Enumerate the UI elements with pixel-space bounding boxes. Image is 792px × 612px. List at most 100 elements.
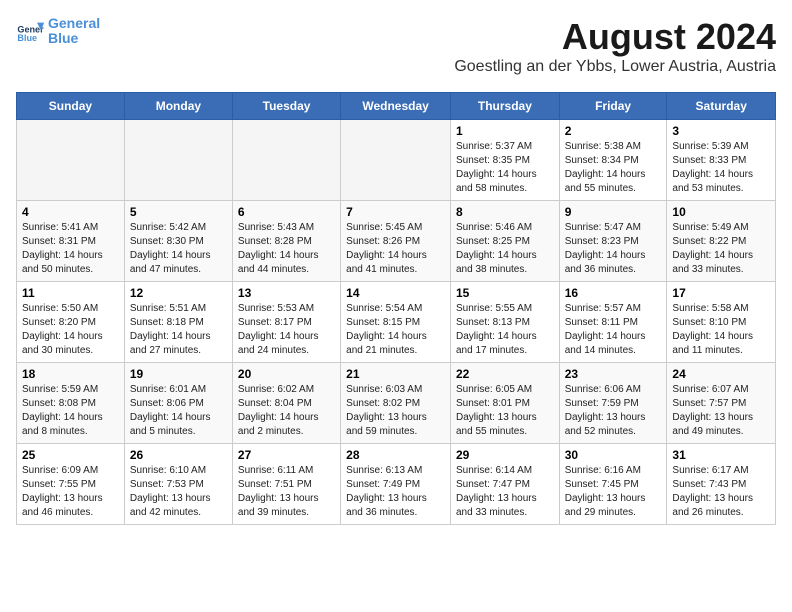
calendar-cell: 28 Sunrise: 6:13 AM Sunset: 7:49 PM Dayli… [341, 444, 451, 525]
calendar-cell: 31 Sunrise: 6:17 AM Sunset: 7:43 PM Dayli… [667, 444, 776, 525]
calendar-cell: 20 Sunrise: 6:02 AM Sunset: 8:04 PM Dayli… [232, 363, 340, 444]
day-info: Sunrise: 5:51 AM Sunset: 8:18 PM Dayligh… [130, 302, 227, 358]
day-number: 19 [130, 367, 227, 381]
day-number: 5 [130, 205, 227, 219]
logo-line1: General [48, 15, 100, 31]
day-number: 17 [672, 286, 770, 300]
calendar-cell: 1 Sunrise: 5:37 AM Sunset: 8:35 PM Daylig… [450, 120, 559, 201]
calendar-cell: 2 Sunrise: 5:38 AM Sunset: 8:34 PM Daylig… [559, 120, 667, 201]
day-number: 2 [565, 124, 662, 138]
day-info: Sunrise: 5:54 AM Sunset: 8:15 PM Dayligh… [346, 302, 445, 358]
logo: General Blue General Blue [16, 16, 100, 47]
title-section: August 2024 Goestling an der Ybbs, Lower… [454, 16, 776, 84]
weekday-header-monday: Monday [124, 93, 232, 120]
calendar-cell: 27 Sunrise: 6:11 AM Sunset: 7:51 PM Dayli… [232, 444, 340, 525]
day-number: 12 [130, 286, 227, 300]
calendar-cell: 12 Sunrise: 5:51 AM Sunset: 8:18 PM Dayli… [124, 282, 232, 363]
calendar-cell: 22 Sunrise: 6:05 AM Sunset: 8:01 PM Dayli… [450, 363, 559, 444]
calendar-cell: 30Sunrise: 6:16 AM Sunset: 7:45 PM Dayli… [559, 444, 667, 525]
day-info: Sunrise: 6:14 AM Sunset: 7:47 PM Dayligh… [456, 464, 554, 520]
weekday-header-saturday: Saturday [667, 93, 776, 120]
calendar: SundayMondayTuesdayWednesdayThursdayFrid… [16, 92, 776, 525]
day-info: Sunrise: 5:59 AM Sunset: 8:08 PM Dayligh… [22, 383, 119, 439]
calendar-cell: 14 Sunrise: 5:54 AM Sunset: 8:15 PM Dayli… [341, 282, 451, 363]
month-title: August 2024 [454, 16, 776, 58]
day-info: Sunrise: 6:11 AM Sunset: 7:51 PM Dayligh… [238, 464, 335, 520]
weekday-header-wednesday: Wednesday [341, 93, 451, 120]
calendar-cell [232, 120, 340, 201]
calendar-cell: 26 Sunrise: 6:10 AM Sunset: 7:53 PM Dayli… [124, 444, 232, 525]
calendar-cell: 11Sunrise: 5:50 AM Sunset: 8:20 PM Dayli… [17, 282, 125, 363]
calendar-cell: 6 Sunrise: 5:43 AM Sunset: 8:28 PM Daylig… [232, 201, 340, 282]
day-number: 25 [22, 448, 119, 462]
day-number: 15 [456, 286, 554, 300]
weekday-header-thursday: Thursday [450, 93, 559, 120]
calendar-cell: 15Sunrise: 5:55 AM Sunset: 8:13 PM Dayli… [450, 282, 559, 363]
calendar-cell: 18 Sunrise: 5:59 AM Sunset: 8:08 PM Dayli… [17, 363, 125, 444]
subtitle: Goestling an der Ybbs, Lower Austria, Au… [454, 58, 776, 76]
day-info: Sunrise: 5:37 AM Sunset: 8:35 PM Dayligh… [456, 140, 554, 196]
logo-line2: Blue [48, 30, 78, 46]
calendar-cell: 21 Sunrise: 6:03 AM Sunset: 8:02 PM Dayli… [341, 363, 451, 444]
day-info: Sunrise: 5:46 AM Sunset: 8:25 PM Dayligh… [456, 221, 554, 277]
day-info: Sunrise: 5:47 AM Sunset: 8:23 PM Dayligh… [565, 221, 662, 277]
calendar-cell: 13 Sunrise: 5:53 AM Sunset: 8:17 PM Dayli… [232, 282, 340, 363]
calendar-cell: 16Sunrise: 5:57 AM Sunset: 8:11 PM Dayli… [559, 282, 667, 363]
day-number: 29 [456, 448, 554, 462]
day-number: 7 [346, 205, 445, 219]
day-number: 23 [565, 367, 662, 381]
calendar-cell: 3Sunrise: 5:39 AM Sunset: 8:33 PM Daylig… [667, 120, 776, 201]
calendar-cell: 7 Sunrise: 5:45 AM Sunset: 8:26 PM Daylig… [341, 201, 451, 282]
day-info: Sunrise: 5:45 AM Sunset: 8:26 PM Dayligh… [346, 221, 445, 277]
day-number: 27 [238, 448, 335, 462]
day-info: Sunrise: 5:41 AM Sunset: 8:31 PM Dayligh… [22, 221, 119, 277]
day-number: 22 [456, 367, 554, 381]
day-number: 21 [346, 367, 445, 381]
calendar-cell: 23Sunrise: 6:06 AM Sunset: 7:59 PM Dayli… [559, 363, 667, 444]
day-info: Sunrise: 6:03 AM Sunset: 8:02 PM Dayligh… [346, 383, 445, 439]
day-info: Sunrise: 5:42 AM Sunset: 8:30 PM Dayligh… [130, 221, 227, 277]
calendar-cell: 4 Sunrise: 5:41 AM Sunset: 8:31 PM Daylig… [17, 201, 125, 282]
day-info: Sunrise: 6:05 AM Sunset: 8:01 PM Dayligh… [456, 383, 554, 439]
day-number: 31 [672, 448, 770, 462]
day-number: 14 [346, 286, 445, 300]
day-number: 4 [22, 205, 119, 219]
calendar-cell: 8Sunrise: 5:46 AM Sunset: 8:25 PM Daylig… [450, 201, 559, 282]
calendar-cell: 19 Sunrise: 6:01 AM Sunset: 8:06 PM Dayli… [124, 363, 232, 444]
day-info: Sunrise: 5:53 AM Sunset: 8:17 PM Dayligh… [238, 302, 335, 358]
calendar-cell [341, 120, 451, 201]
day-info: Sunrise: 5:58 AM Sunset: 8:10 PM Dayligh… [672, 302, 770, 358]
day-info: Sunrise: 6:01 AM Sunset: 8:06 PM Dayligh… [130, 383, 227, 439]
calendar-cell: 5 Sunrise: 5:42 AM Sunset: 8:30 PM Daylig… [124, 201, 232, 282]
day-info: Sunrise: 6:09 AM Sunset: 7:55 PM Dayligh… [22, 464, 119, 520]
day-number: 24 [672, 367, 770, 381]
day-number: 3 [672, 124, 770, 138]
weekday-header-friday: Friday [559, 93, 667, 120]
day-info: Sunrise: 6:02 AM Sunset: 8:04 PM Dayligh… [238, 383, 335, 439]
day-number: 13 [238, 286, 335, 300]
day-info: Sunrise: 5:50 AM Sunset: 8:20 PM Dayligh… [22, 302, 119, 358]
day-number: 28 [346, 448, 445, 462]
day-info: Sunrise: 6:07 AM Sunset: 7:57 PM Dayligh… [672, 383, 770, 439]
day-number: 20 [238, 367, 335, 381]
calendar-cell: 25 Sunrise: 6:09 AM Sunset: 7:55 PM Dayli… [17, 444, 125, 525]
calendar-cell: 10Sunrise: 5:49 AM Sunset: 8:22 PM Dayli… [667, 201, 776, 282]
calendar-cell: 17 Sunrise: 5:58 AM Sunset: 8:10 PM Dayli… [667, 282, 776, 363]
day-info: Sunrise: 6:10 AM Sunset: 7:53 PM Dayligh… [130, 464, 227, 520]
day-number: 26 [130, 448, 227, 462]
day-info: Sunrise: 6:13 AM Sunset: 7:49 PM Dayligh… [346, 464, 445, 520]
day-number: 1 [456, 124, 554, 138]
calendar-cell [17, 120, 125, 201]
day-info: Sunrise: 5:38 AM Sunset: 8:34 PM Dayligh… [565, 140, 662, 196]
calendar-cell [124, 120, 232, 201]
day-number: 30 [565, 448, 662, 462]
weekday-header-tuesday: Tuesday [232, 93, 340, 120]
day-number: 6 [238, 205, 335, 219]
day-number: 10 [672, 205, 770, 219]
day-info: Sunrise: 6:17 AM Sunset: 7:43 PM Dayligh… [672, 464, 770, 520]
day-number: 18 [22, 367, 119, 381]
logo-name: General Blue [48, 16, 100, 47]
day-info: Sunrise: 5:43 AM Sunset: 8:28 PM Dayligh… [238, 221, 335, 277]
svg-text:Blue: Blue [17, 33, 37, 43]
calendar-cell: 24 Sunrise: 6:07 AM Sunset: 7:57 PM Dayli… [667, 363, 776, 444]
